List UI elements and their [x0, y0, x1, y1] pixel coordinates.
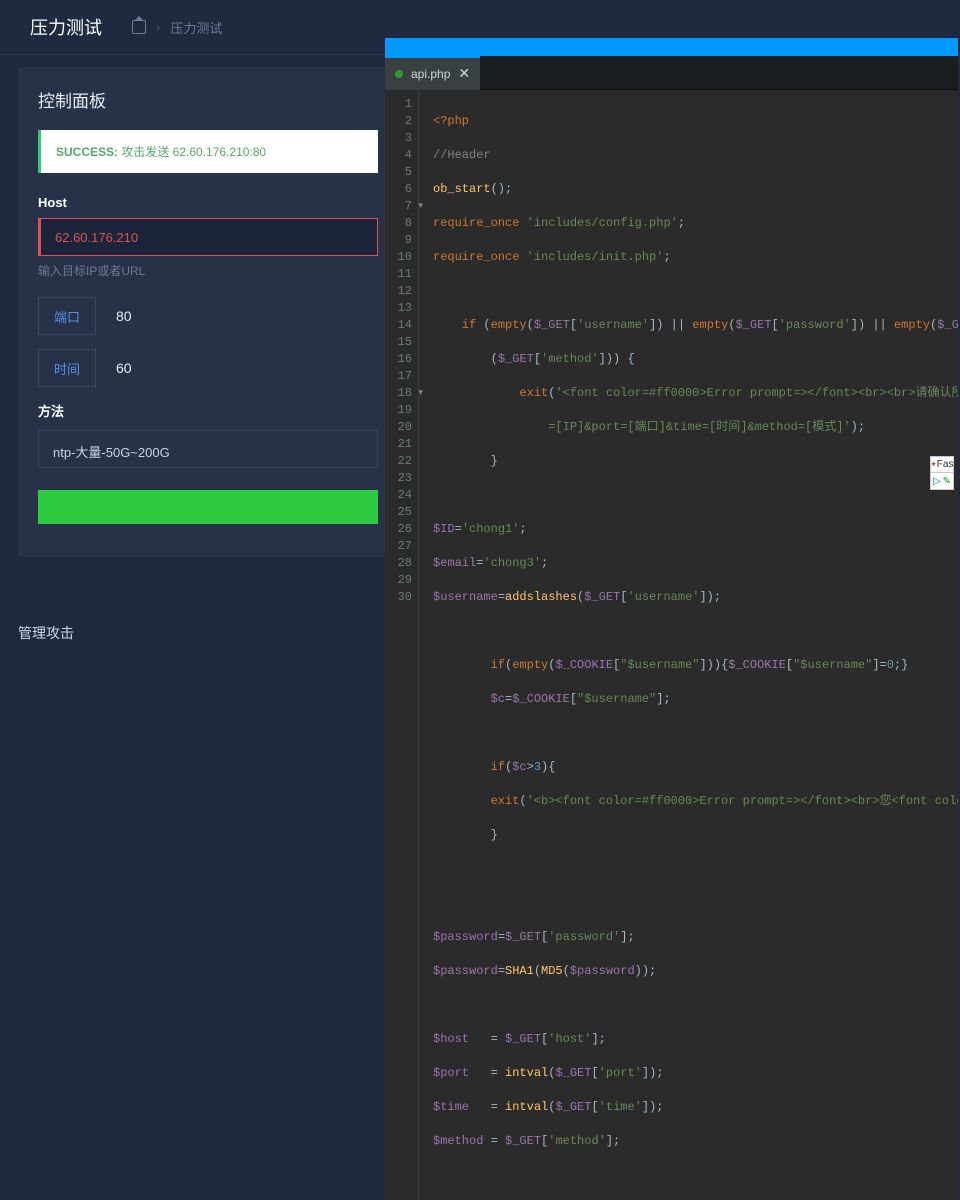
home-icon[interactable] — [132, 20, 146, 34]
breadcrumb: › 压力测试 — [132, 18, 222, 37]
port-value: 80 — [116, 308, 132, 324]
code-area[interactable]: 1234567891011121314151617181920212223242… — [385, 90, 958, 1200]
code-body[interactable]: <?php //Header ob_start(); require_once … — [419, 90, 958, 1200]
helper-widget-top: ⋆Fas — [931, 457, 953, 473]
control-panel: 控制面板 SUCCESS: 攻击发送 62.60.176.210:80 Host… — [18, 67, 398, 557]
host-hint: 输入目标IP或者URL — [38, 262, 378, 279]
host-label: Host — [38, 195, 378, 210]
time-label[interactable]: 时间 — [38, 349, 96, 387]
line-gutter: 1234567891011121314151617181920212223242… — [385, 90, 419, 1200]
panel-title: 控制面板 — [38, 87, 378, 112]
port-label[interactable]: 端口 — [38, 297, 96, 335]
tab-modified-icon — [395, 70, 403, 78]
host-input[interactable] — [38, 218, 378, 256]
tab-close-icon[interactable]: ✕ — [458, 65, 470, 82]
breadcrumb-current: 压力测试 — [170, 18, 222, 37]
submit-button[interactable] — [38, 490, 378, 524]
alert-text: 攻击发送 62.60.176.210:80 — [118, 145, 266, 159]
app-title: 压力测试 — [30, 14, 102, 40]
helper-widget[interactable]: ⋆Fas ▷✎ — [930, 456, 954, 490]
port-row: 端口 80 — [38, 297, 378, 335]
alert-prefix: SUCCESS: — [56, 145, 118, 159]
tab-api-php[interactable]: api.php ✕ — [385, 56, 480, 90]
alert-success: SUCCESS: 攻击发送 62.60.176.210:80 — [38, 130, 378, 173]
method-select[interactable]: ntp-大量-50G~200G — [38, 430, 378, 468]
code-editor: api.php ✕ 123456789101112131415161718192… — [385, 38, 958, 600]
time-row: 时间 60 — [38, 349, 378, 387]
breadcrumb-separator: › — [156, 20, 160, 35]
helper-widget-bottom: ▷✎ — [931, 473, 953, 489]
method-label: 方法 — [38, 401, 378, 420]
editor-tab-bar: api.php ✕ — [385, 56, 958, 90]
time-value: 60 — [116, 360, 132, 376]
tab-filename: api.php — [411, 67, 450, 81]
